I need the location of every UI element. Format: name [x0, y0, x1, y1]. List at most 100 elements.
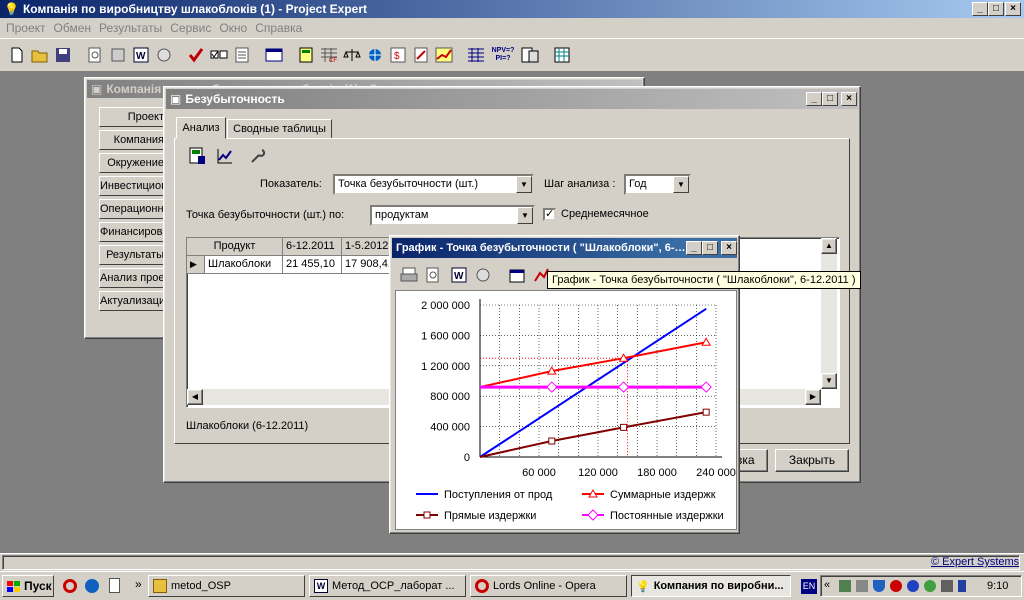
tray-expand-icon[interactable]: «: [824, 579, 830, 591]
menu-service[interactable]: Сервис: [166, 21, 215, 35]
network-icon[interactable]: [839, 580, 851, 592]
table-cell-period2[interactable]: 17 908,41: [342, 256, 392, 274]
word-icon[interactable]: W: [448, 264, 470, 286]
scroll-left-button[interactable]: ◀: [187, 389, 203, 405]
menu-exchange[interactable]: Обмен: [50, 21, 96, 35]
by-select[interactable]: продуктам ▼: [370, 205, 535, 226]
volume-icon[interactable]: [856, 580, 868, 592]
wrench-icon[interactable]: [247, 145, 269, 167]
menu-project[interactable]: Проект: [2, 21, 50, 35]
nav-company[interactable]: Компания: [99, 130, 169, 150]
calc-icon[interactable]: [519, 44, 541, 66]
minimize-button[interactable]: _: [972, 2, 988, 16]
table-cell-product[interactable]: Шлакоблоки: [205, 256, 283, 274]
main-toolbar: W CF $ NPV=? PI=?: [0, 38, 1024, 72]
x-tick-label: 120 000: [578, 467, 618, 479]
task-word-doc[interactable]: W Метод_ОСР_лаборат ...: [309, 575, 466, 597]
table-vscrollbar[interactable]: ▲ ▼: [821, 238, 837, 389]
check-icon[interactable]: [107, 44, 129, 66]
y-tick-label: 2 000 000: [421, 300, 470, 312]
nav-actualization[interactable]: Актуализация: [99, 291, 169, 311]
analysis-icon[interactable]: [364, 44, 386, 66]
task-project-expert[interactable]: 💡 Компания по виробни...: [631, 575, 791, 597]
breakeven-close-button[interactable]: ×: [841, 92, 857, 106]
nav-analysis[interactable]: Анализ проекта: [99, 268, 169, 288]
checklist-icon[interactable]: [208, 44, 230, 66]
tab-analysis[interactable]: Анализ: [176, 117, 226, 139]
graph-icon[interactable]: [214, 145, 236, 167]
breakeven-titlebar: ▣ Безубыточность: [166, 89, 858, 109]
chart-close-button[interactable]: ×: [721, 241, 737, 255]
document-icon[interactable]: [410, 44, 432, 66]
preview-icon[interactable]: [422, 264, 444, 286]
task-metod-osp[interactable]: metod_OSP: [148, 575, 305, 597]
monthly-checkbox[interactable]: ✓: [543, 208, 556, 221]
step-select[interactable]: Год ▼: [624, 174, 691, 195]
table-row-selector[interactable]: ▶: [187, 256, 205, 274]
more-quicklaunch-icon[interactable]: »: [135, 577, 142, 591]
properties-icon[interactable]: [506, 264, 528, 286]
chart-title: График - Точка безубыточности ( "Шлакобл…: [396, 242, 686, 254]
window-icon[interactable]: [263, 44, 285, 66]
indicator-select[interactable]: Точка безубыточности (шт.) ▼: [333, 174, 534, 195]
scroll-right-button[interactable]: ▶: [805, 389, 821, 405]
folder-icon: [153, 579, 167, 593]
tab-summary-tables[interactable]: Сводные таблицы: [227, 119, 332, 139]
restore-button[interactable]: □: [988, 2, 1004, 16]
opera-quicklaunch-icon[interactable]: [63, 579, 77, 593]
start-button[interactable]: Пуск: [2, 575, 54, 597]
menu-window[interactable]: Окно: [215, 21, 251, 35]
calculator-icon[interactable]: [186, 145, 208, 167]
nav-environment[interactable]: Окружение: [99, 153, 169, 173]
close-dialog-button[interactable]: Закрыть: [775, 449, 849, 472]
cf-icon[interactable]: CF: [318, 44, 340, 66]
y-tick-label: 800 000: [430, 391, 470, 403]
nav-financing[interactable]: Финансирование: [99, 222, 169, 242]
preview-icon[interactable]: [84, 44, 106, 66]
save-icon[interactable]: [52, 44, 74, 66]
npv-table-icon[interactable]: [465, 44, 487, 66]
table-icon[interactable]: [295, 44, 317, 66]
menu-results[interactable]: Результаты: [95, 21, 166, 35]
shield-icon[interactable]: [873, 580, 885, 592]
step-label: Шаг анализа :: [544, 178, 616, 190]
breakeven-minimize-button[interactable]: _: [806, 92, 822, 106]
chart-icon[interactable]: [433, 44, 455, 66]
expert-systems-link[interactable]: © Expert Systems: [931, 556, 1019, 568]
menu-help[interactable]: Справка: [251, 21, 306, 35]
gear-icon[interactable]: [924, 580, 936, 592]
export-icon[interactable]: [472, 264, 494, 286]
table-cell-period1[interactable]: 21 455,10: [283, 256, 342, 274]
ledger-icon[interactable]: [551, 44, 573, 66]
close-button[interactable]: ×: [1005, 2, 1021, 16]
list-icon[interactable]: [231, 44, 253, 66]
money-icon[interactable]: $: [387, 44, 409, 66]
new-icon[interactable]: [6, 44, 28, 66]
chart-minimize-button[interactable]: _: [686, 241, 702, 255]
npv-pi-icon[interactable]: NPV=? PI=?: [488, 44, 518, 66]
app-title: Компанія по виробництву шлакоблоків (1) …: [22, 2, 367, 16]
open-icon[interactable]: [29, 44, 51, 66]
nav-investment[interactable]: Инвестиционный план: [99, 176, 169, 196]
balance-icon[interactable]: [341, 44, 363, 66]
language-indicator[interactable]: EN: [801, 579, 817, 594]
usb-icon[interactable]: [941, 580, 953, 592]
antivirus-icon[interactable]: [890, 580, 902, 592]
task-opera[interactable]: Lords Online - Opera: [470, 575, 627, 597]
breakeven-maximize-button[interactable]: □: [822, 92, 838, 106]
media-quicklaunch-icon[interactable]: [85, 579, 99, 593]
scroll-down-button[interactable]: ▼: [821, 373, 837, 389]
print-icon[interactable]: [398, 264, 420, 286]
word-icon[interactable]: W: [130, 44, 152, 66]
chart-maximize-button[interactable]: □: [702, 241, 718, 255]
scroll-up-button[interactable]: ▲: [821, 238, 837, 254]
battery-icon[interactable]: [958, 580, 966, 592]
x-tick-label: 60 000: [522, 467, 556, 479]
export-icon[interactable]: [153, 44, 175, 66]
notepad-quicklaunch-icon[interactable]: [109, 578, 120, 593]
checkmark-icon[interactable]: [185, 44, 207, 66]
nav-project[interactable]: Проект: [99, 107, 169, 127]
nav-results[interactable]: Результаты: [99, 245, 169, 265]
nav-operations[interactable]: Операционный план: [99, 199, 169, 219]
bluetooth-icon[interactable]: [907, 580, 919, 592]
